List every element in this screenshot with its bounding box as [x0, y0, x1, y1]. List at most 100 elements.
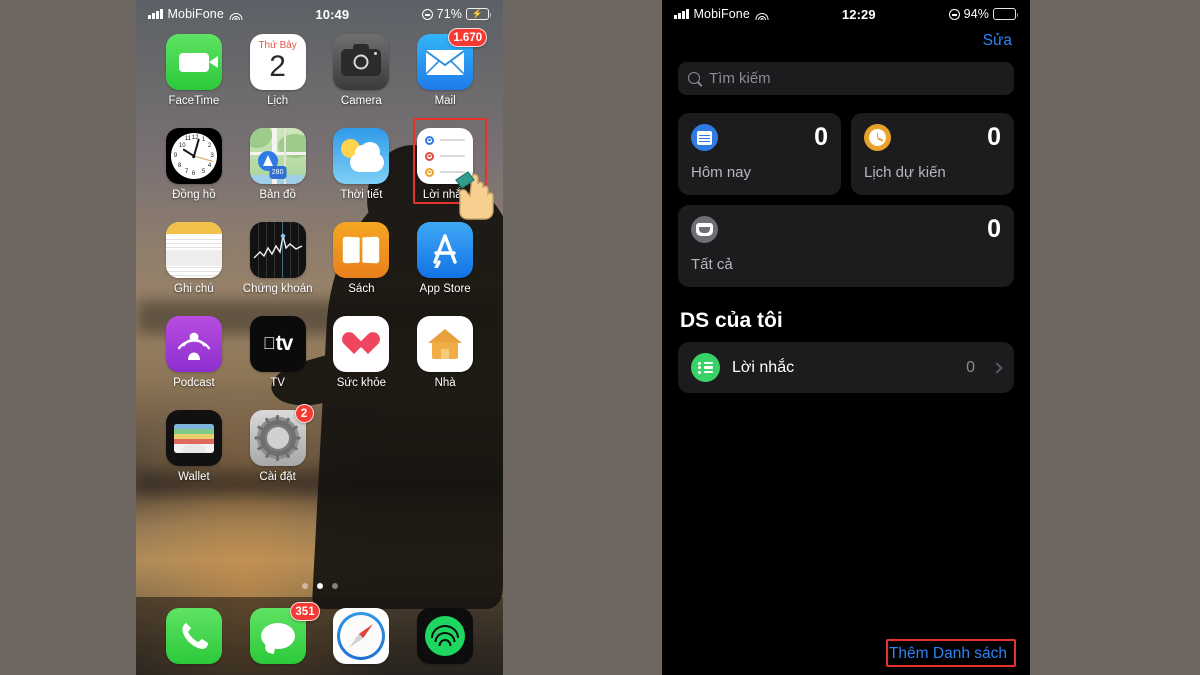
app-maps[interactable]: 280 Bản đồ: [242, 128, 314, 201]
carrier-label: MobiFone: [693, 7, 750, 21]
app-camera[interactable]: Camera: [325, 34, 397, 107]
dock-item-messages[interactable]: 351: [242, 602, 320, 664]
app-podcasts[interactable]: Podcast: [158, 316, 230, 389]
app-apple-tv[interactable]: tv TV: [242, 316, 314, 389]
app-store-glyph: [433, 234, 457, 268]
app-wallet[interactable]: Wallet: [158, 410, 230, 483]
spotify-icon: [417, 608, 474, 664]
app-label: App Store: [419, 283, 471, 295]
signal-bars-icon: [148, 9, 163, 19]
app-label: TV: [270, 377, 285, 389]
app-reminders[interactable]: Lời nhắc: [409, 128, 481, 201]
app-label: Wallet: [178, 471, 210, 483]
list-item[interactable]: Lời nhắc 0: [678, 342, 1014, 393]
app-label: Ghi chú: [174, 283, 214, 295]
badge-count: 2: [294, 404, 314, 423]
list-count: 0: [966, 358, 975, 376]
app-label: Lịch: [267, 95, 289, 107]
nav-bar: Sửa: [662, 28, 1030, 50]
camera-icon: [333, 34, 390, 90]
scheduled-clock-icon: [864, 124, 891, 151]
left-phone-screen: MobiFone 10:49 71% ⚡ FaceTime Thứ Bảy 2: [136, 0, 503, 675]
dock-item-spotify[interactable]: [409, 608, 481, 664]
app-app-store[interactable]: App Store: [409, 222, 481, 295]
smart-list-count: 0: [987, 123, 1001, 151]
app-settings[interactable]: 2 Cài đặt: [242, 404, 314, 483]
calendar-today-icon: [691, 124, 718, 151]
rotation-lock-icon: [421, 8, 433, 20]
app-label: Podcast: [173, 377, 215, 389]
battery-percent-label: 71%: [436, 7, 462, 21]
weather-icon: [333, 128, 390, 184]
battery-percent-label: 94%: [963, 7, 989, 21]
rotation-lock-icon: [948, 8, 960, 20]
smart-list-count: 0: [987, 215, 1001, 243]
app-weather[interactable]: Thời tiết: [325, 128, 397, 201]
envelope-glyph: [426, 49, 465, 75]
page-indicator-dots[interactable]: [136, 583, 503, 589]
smart-list-today[interactable]: 0 Hôm nay: [678, 113, 841, 195]
smart-list-label: Lịch dự kiến: [864, 164, 946, 181]
app-books[interactable]: Sách: [325, 222, 397, 295]
status-time: 10:49: [315, 6, 350, 22]
dock: 351: [136, 597, 503, 675]
calendar-day: 2: [269, 50, 286, 84]
phone-icon: [165, 608, 222, 664]
add-list-button[interactable]: Thêm Danh sách: [886, 645, 1010, 663]
smart-list-all[interactable]: 0 Tất cả: [678, 205, 1014, 287]
smart-list-label: Hôm nay: [691, 164, 752, 181]
smart-list-scheduled[interactable]: 0 Lịch dự kiến: [851, 113, 1014, 195]
chevron-right-icon: [991, 361, 1003, 374]
apple-tv-icon: tv: [249, 316, 306, 372]
battery-icon: [993, 8, 1019, 20]
podcasts-icon: [165, 316, 222, 372]
search-icon: [688, 71, 702, 86]
app-label: Đồng hồ: [172, 189, 216, 201]
app-label: Chứng khoán: [242, 283, 313, 295]
maps-icon: 280: [249, 128, 306, 184]
calendar-icon: Thứ Bảy 2: [249, 34, 306, 90]
right-phone-screen: MobiFone 12:29 94% Sửa Tìm kiếm 0 Hôm na…: [662, 0, 1030, 675]
my-lists-card: Lời nhắc 0: [678, 342, 1014, 393]
edit-button[interactable]: Sửa: [983, 32, 1012, 50]
battery-icon: ⚡: [466, 8, 492, 20]
status-bar: MobiFone 10:49 71% ⚡: [136, 0, 503, 28]
home-icon: [417, 316, 474, 372]
facetime-icon: [165, 34, 222, 90]
app-label: Thời tiết: [340, 189, 383, 201]
wallet-icon: [165, 410, 222, 466]
app-label: Camera: [340, 95, 382, 107]
smart-list-count: 0: [814, 123, 828, 151]
badge-count: 1.670: [448, 28, 488, 47]
health-icon: [333, 316, 390, 372]
reminders-icon: [417, 128, 474, 184]
app-notes[interactable]: Ghi chú: [158, 222, 230, 295]
app-clock[interactable]: 12 3 6 9 1 2 4 5 7 8 10 11 Đồng hồ: [158, 128, 230, 201]
list-bullets-icon: [691, 353, 720, 382]
app-facetime[interactable]: FaceTime: [158, 34, 230, 107]
app-label: Mail: [434, 95, 456, 107]
app-label: Cài đặt: [259, 471, 296, 483]
search-input[interactable]: Tìm kiếm: [678, 62, 1014, 95]
app-store-icon: [417, 222, 474, 278]
status-time: 12:29: [841, 6, 876, 22]
search-placeholder: Tìm kiếm: [709, 70, 771, 87]
podcast-glyph: [177, 332, 211, 360]
smart-list-label: Tất cả: [691, 256, 733, 273]
app-stocks[interactable]: Chứng khoán: [242, 222, 314, 295]
dock-item-safari[interactable]: [325, 608, 397, 664]
all-inbox-icon: [691, 216, 718, 243]
app-home[interactable]: Nhà: [409, 316, 481, 389]
clock-icon: 12 3 6 9 1 2 4 5 7 8 10 11: [165, 128, 222, 184]
app-mail[interactable]: 1.670 Mail: [409, 28, 488, 107]
signal-bars-icon: [674, 9, 689, 19]
app-label: Nhà: [434, 377, 456, 389]
handset-glyph: [182, 623, 208, 649]
app-label: Sức khỏe: [336, 377, 386, 389]
dock-item-phone[interactable]: [158, 608, 230, 664]
app-label: Lời nhắc: [422, 189, 468, 201]
stocks-icon: [249, 222, 306, 278]
wifi-icon: [229, 9, 243, 20]
app-health[interactable]: Sức khỏe: [325, 316, 397, 389]
app-calendar[interactable]: Thứ Bảy 2 Lịch: [242, 34, 314, 107]
